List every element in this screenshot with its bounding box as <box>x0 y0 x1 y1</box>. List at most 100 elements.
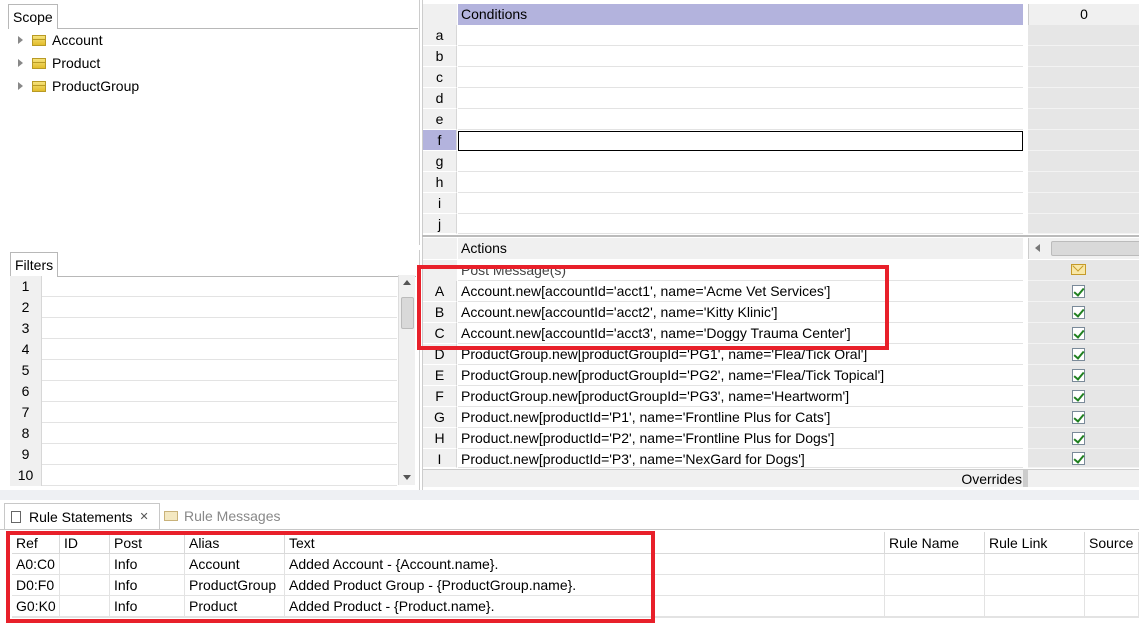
action-row-label[interactable]: E <box>423 365 457 386</box>
action-cell[interactable]: ProductGroup.new[productGroupId='PG3', n… <box>458 386 1023 407</box>
action-row-label[interactable]: G <box>423 407 457 428</box>
action-value-cell[interactable] <box>1028 344 1139 365</box>
cell-rule-name[interactable] <box>885 596 985 617</box>
checkbox-checked-icon[interactable] <box>1072 452 1085 465</box>
condition-value-cell[interactable] <box>1028 67 1139 88</box>
condition-cell[interactable] <box>458 67 1023 88</box>
condition-cell[interactable] <box>458 25 1023 46</box>
scroll-thumb[interactable] <box>401 297 414 329</box>
tab-scope[interactable]: Scope <box>8 4 58 29</box>
filter-row[interactable]: 2 <box>10 297 397 318</box>
action-cell[interactable]: Product.new[productId='P3', name='NexGar… <box>458 449 1023 468</box>
action-row-label[interactable]: F <box>423 386 457 407</box>
filter-row[interactable]: 9 <box>10 444 397 465</box>
condition-row-label[interactable]: c <box>423 67 457 88</box>
filter-row[interactable]: 7 <box>10 402 397 423</box>
condition-row-label[interactable]: d <box>423 88 457 109</box>
cell-source[interactable] <box>1085 596 1139 617</box>
condition-value-cell[interactable] <box>1028 193 1139 214</box>
action-value-cell[interactable] <box>1028 323 1139 344</box>
scope-item-account[interactable]: Account <box>18 29 103 51</box>
action-value-cell[interactable] <box>1028 365 1139 386</box>
cell-source[interactable] <box>1085 554 1139 575</box>
cell-rule-link[interactable] <box>985 575 1085 596</box>
condition-value-cell[interactable] <box>1028 130 1139 151</box>
action-cell[interactable]: Product.new[productId='P2', name='Frontl… <box>458 428 1023 449</box>
action-value-cell[interactable] <box>1028 281 1139 302</box>
action-value-cell[interactable] <box>1028 302 1139 323</box>
checkbox-checked-icon[interactable] <box>1072 306 1085 319</box>
condition-cell[interactable] <box>458 193 1023 214</box>
cell-source[interactable] <box>1085 575 1139 596</box>
column-header-0[interactable]: 0 <box>1028 4 1139 25</box>
condition-cell[interactable] <box>458 172 1023 193</box>
action-value-cell[interactable] <box>1028 449 1139 468</box>
condition-row-label[interactable]: i <box>423 193 457 214</box>
action-value-cell[interactable] <box>1028 428 1139 449</box>
filter-row[interactable]: 8 <box>10 423 397 444</box>
filter-row[interactable]: 1 <box>10 276 397 297</box>
condition-value-cell[interactable] <box>1028 172 1139 193</box>
condition-value-cell[interactable] <box>1028 214 1139 234</box>
expand-arrow-icon[interactable] <box>18 59 23 67</box>
col-header-rule-name[interactable]: Rule Name <box>885 532 985 554</box>
expand-arrow-icon[interactable] <box>18 82 23 90</box>
condition-row-label[interactable]: b <box>423 46 457 67</box>
condition-row-label[interactable]: e <box>423 109 457 130</box>
expand-arrow-icon[interactable] <box>18 36 23 44</box>
checkbox-checked-icon[interactable] <box>1072 327 1085 340</box>
scope-item-product[interactable]: Product <box>18 52 100 74</box>
scroll-up-icon[interactable] <box>403 280 411 285</box>
condition-cell[interactable] <box>458 109 1023 130</box>
filter-row[interactable]: 4 <box>10 339 397 360</box>
checkbox-checked-icon[interactable] <box>1072 369 1085 382</box>
filters-scrollbar[interactable] <box>398 275 415 485</box>
condition-value-cell[interactable] <box>1028 151 1139 172</box>
tab-rule-messages[interactable]: Rule Messages <box>164 503 294 529</box>
post-message-value-cell[interactable] <box>1028 260 1139 281</box>
filter-row[interactable]: 5 <box>10 360 397 381</box>
scope-item-productgroup[interactable]: ProductGroup <box>18 75 139 97</box>
scroll-down-icon[interactable] <box>403 475 411 480</box>
condition-value-cell[interactable] <box>1028 46 1139 67</box>
condition-value-cell[interactable] <box>1028 88 1139 109</box>
horizontal-scrollbar[interactable] <box>1028 238 1139 259</box>
condition-cell[interactable] <box>458 46 1023 67</box>
filter-row[interactable]: 3 <box>10 318 397 339</box>
condition-cell[interactable] <box>458 151 1023 172</box>
condition-cell-editing[interactable] <box>458 131 1023 151</box>
close-icon[interactable]: ✕ <box>140 510 149 523</box>
action-cell[interactable]: ProductGroup.new[productGroupId='PG2', n… <box>458 365 1023 386</box>
action-row-label[interactable]: I <box>423 449 457 468</box>
condition-row-label[interactable]: a <box>423 25 457 46</box>
col-header-source[interactable]: Source <box>1085 532 1139 554</box>
cell-rule-name[interactable] <box>885 554 985 575</box>
col-header-rule-link[interactable]: Rule Link <box>985 532 1085 554</box>
filter-row[interactable]: 10 <box>10 465 397 486</box>
condition-row-label-selected[interactable]: f <box>423 130 457 151</box>
panel-splitter[interactable] <box>0 490 1139 500</box>
condition-cell[interactable] <box>458 214 1023 234</box>
condition-row-label[interactable]: h <box>423 172 457 193</box>
action-cell[interactable]: Product.new[productId='P1', name='Frontl… <box>458 407 1023 428</box>
tab-rule-statements[interactable]: Rule Statements ✕ <box>4 503 160 529</box>
filter-row[interactable]: 6 <box>10 381 397 402</box>
checkbox-checked-icon[interactable] <box>1072 348 1085 361</box>
action-value-cell[interactable] <box>1028 386 1139 407</box>
checkbox-checked-icon[interactable] <box>1072 285 1085 298</box>
action-value-cell[interactable] <box>1028 407 1139 428</box>
checkbox-checked-icon[interactable] <box>1072 411 1085 424</box>
cell-rule-name[interactable] <box>885 575 985 596</box>
scroll-thumb-horizontal[interactable] <box>1051 241 1139 256</box>
cell-rule-link[interactable] <box>985 554 1085 575</box>
condition-value-cell[interactable] <box>1028 25 1139 46</box>
action-row-label[interactable]: H <box>423 428 457 449</box>
condition-row-label[interactable]: g <box>423 151 457 172</box>
condition-cell[interactable] <box>458 88 1023 109</box>
tab-filters[interactable]: Filters <box>10 252 58 277</box>
cell-rule-link[interactable] <box>985 596 1085 617</box>
condition-value-cell[interactable] <box>1028 109 1139 130</box>
scroll-left-icon[interactable] <box>1035 244 1040 252</box>
condition-row-label[interactable]: j <box>423 214 457 234</box>
checkbox-checked-icon[interactable] <box>1072 432 1085 445</box>
